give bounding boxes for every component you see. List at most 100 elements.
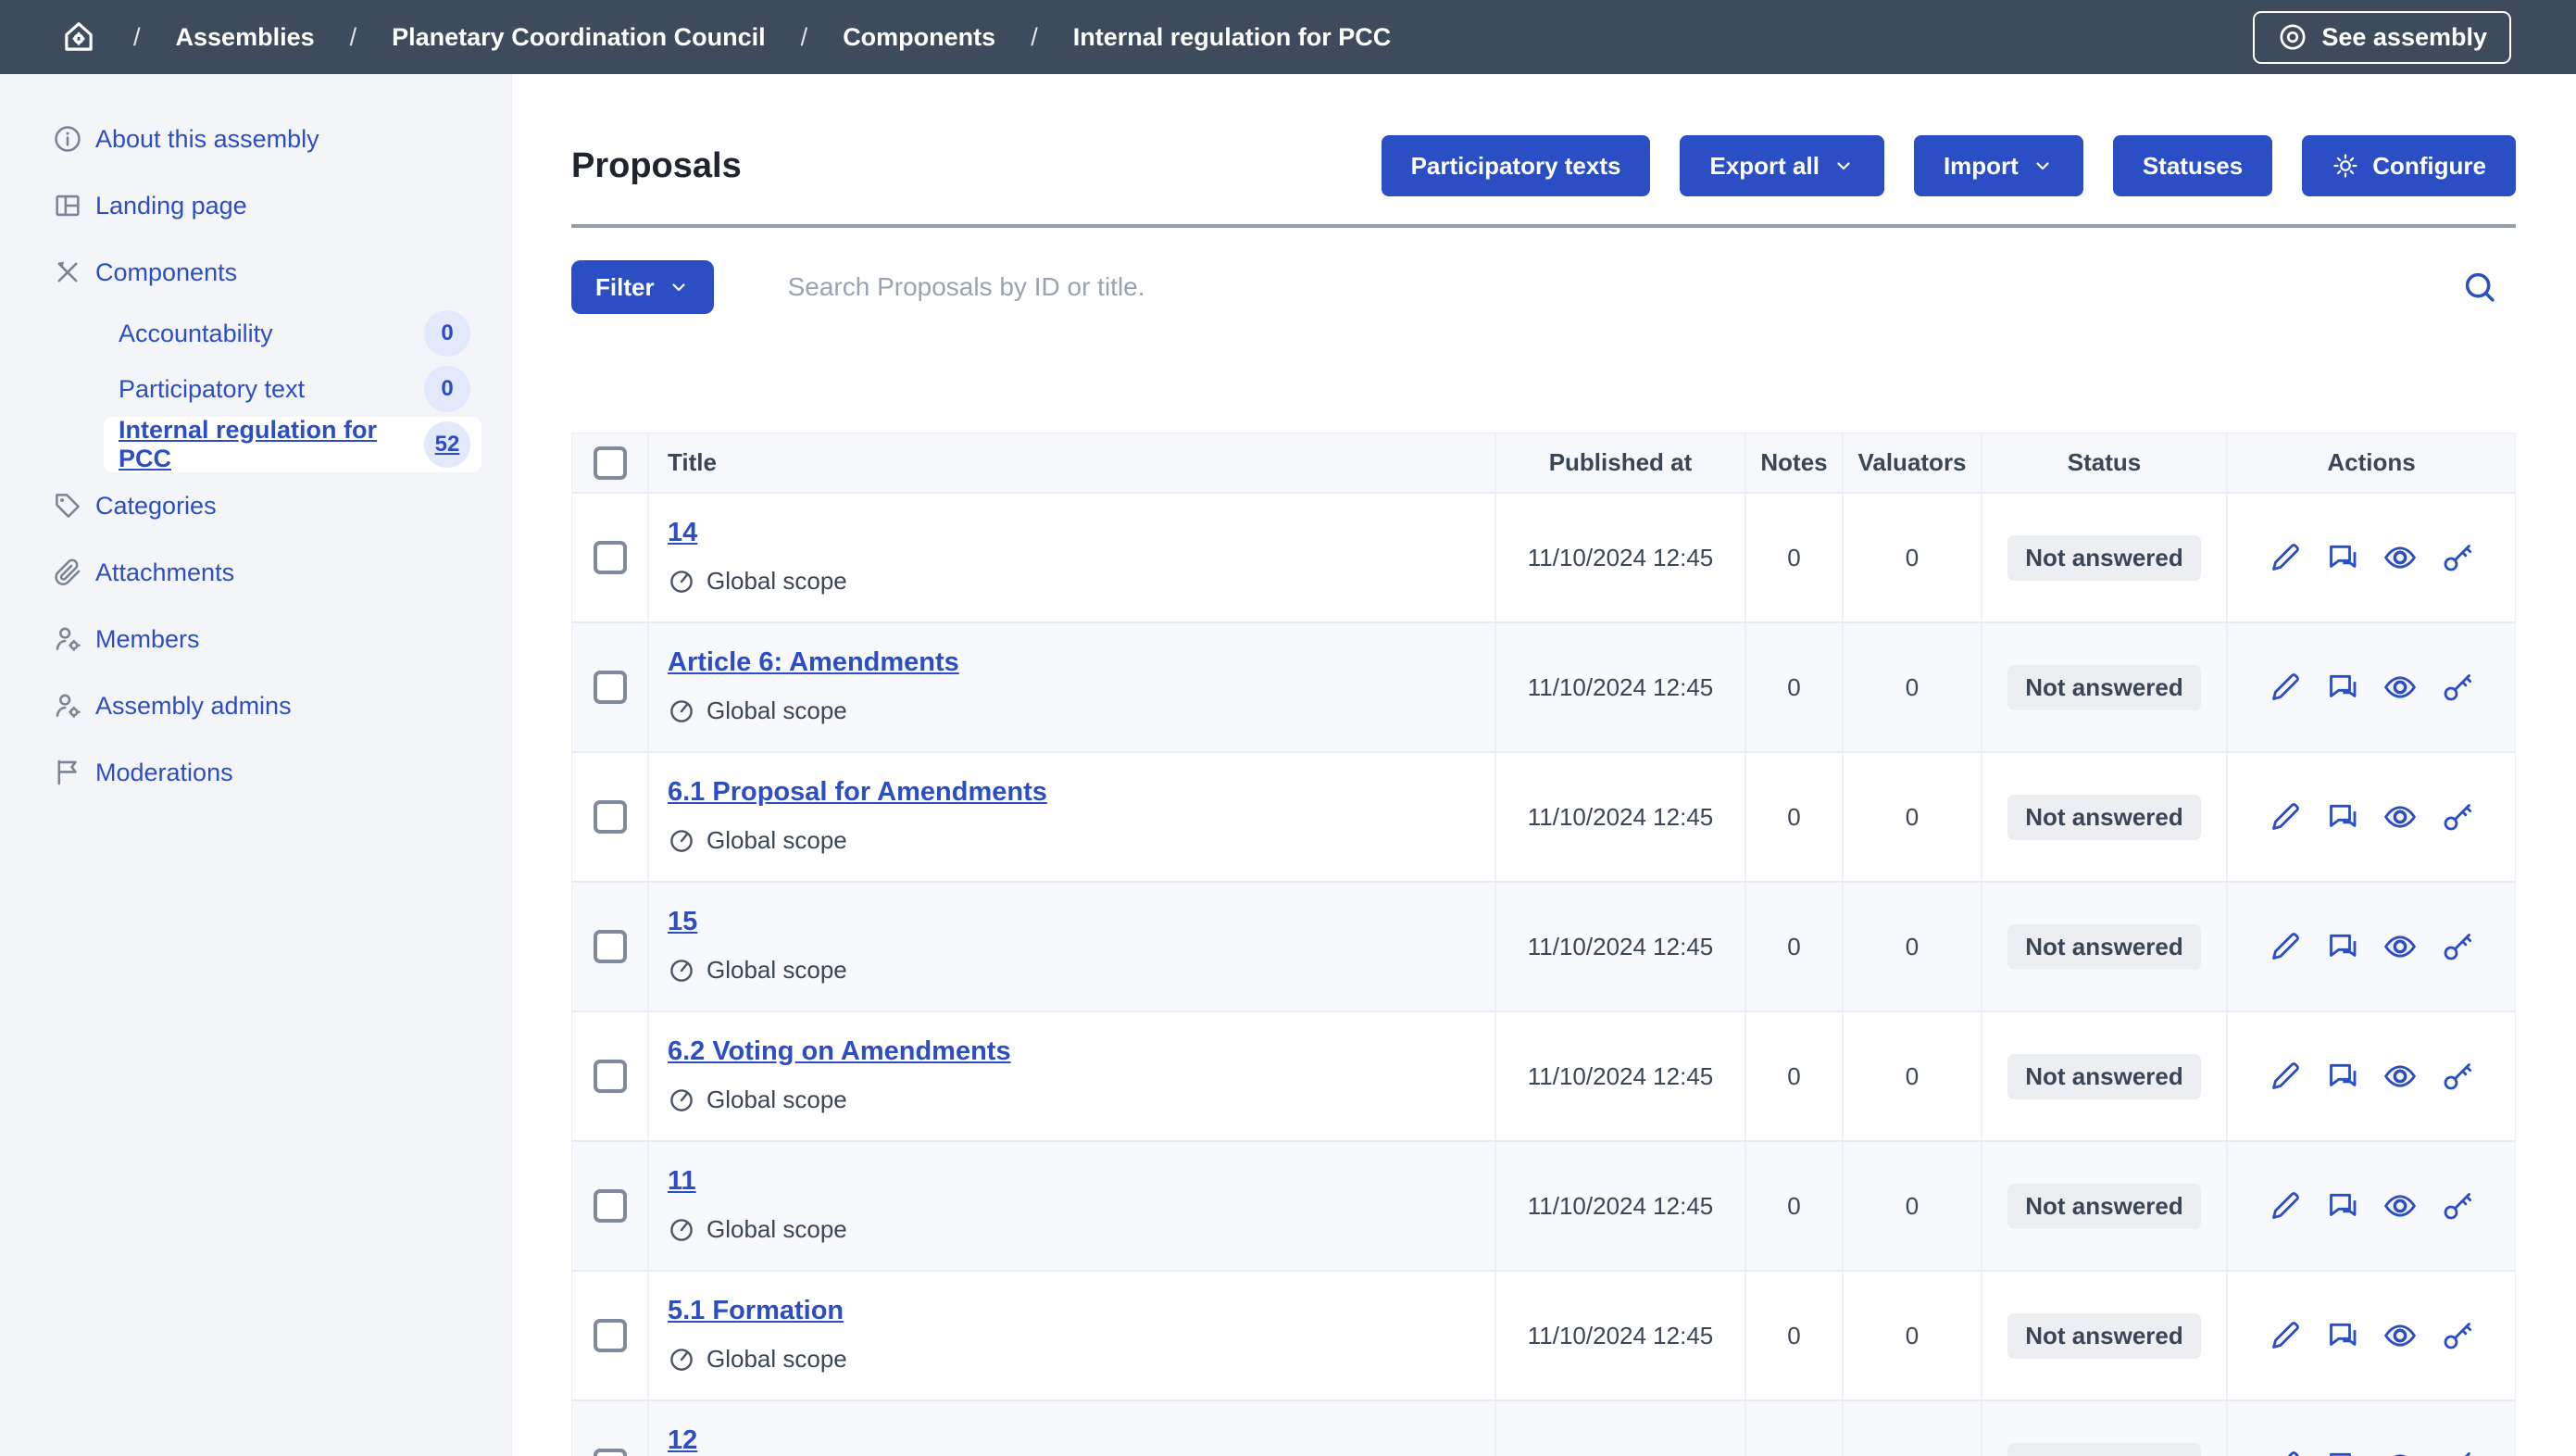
preview-icon[interactable] [2382, 669, 2419, 706]
table-row: 6.1 Proposal for Amendments Global scope… [572, 753, 2515, 883]
proposal-title-link[interactable]: 11 [668, 1166, 696, 1197]
proposal-title-link[interactable]: 5.1 Formation [668, 1296, 844, 1326]
sidebar-item-internal-regulation[interactable]: Internal regulation for PCC 52 [104, 417, 481, 472]
row-checkbox[interactable] [594, 930, 627, 963]
answer-icon[interactable] [2324, 1317, 2361, 1354]
answer-icon[interactable] [2324, 1187, 2361, 1224]
notes-count: 0 [1746, 1142, 1844, 1270]
breadcrumb-current-component[interactable]: Internal regulation for PCC [1073, 23, 1392, 52]
row-checkbox[interactable] [594, 1189, 627, 1223]
preview-icon[interactable] [2382, 1058, 2419, 1095]
actions-cell [2228, 1012, 2515, 1140]
permissions-key-icon[interactable] [2439, 669, 2476, 706]
answer-icon[interactable] [2324, 798, 2361, 835]
permissions-key-icon[interactable] [2439, 798, 2476, 835]
proposal-title-link[interactable]: Article 6: Amendments [668, 647, 959, 678]
sidebar-item-moderations[interactable]: Moderations [0, 739, 512, 806]
row-checkbox[interactable] [594, 1319, 627, 1352]
search-icon[interactable] [2459, 267, 2500, 308]
edit-icon[interactable] [2267, 1058, 2304, 1095]
sidebar-item-label: Attachments [95, 559, 234, 587]
column-header-title: Title [649, 433, 1496, 492]
title-cell: 15 Global scope [649, 883, 1496, 1010]
status-badge: Not answered [2007, 924, 2201, 970]
sidebar-item-attachments[interactable]: Attachments [0, 539, 512, 606]
search-input[interactable] [714, 272, 2459, 302]
status-cell: Not answered [1982, 753, 2228, 881]
answer-icon[interactable] [2324, 1447, 2361, 1456]
status-cell: Not answered [1982, 883, 2228, 1010]
breadcrumb-assemblies[interactable]: Assemblies [176, 23, 315, 52]
breadcrumb-components[interactable]: Components [843, 23, 995, 52]
home-icon[interactable] [59, 18, 98, 56]
answer-icon[interactable] [2324, 928, 2361, 965]
sidebar-item-accountability[interactable]: Accountability 0 [104, 306, 481, 361]
button-label: Export all [1709, 152, 1819, 181]
preview-icon[interactable] [2382, 928, 2419, 965]
status-cell: Not answered [1982, 1142, 2228, 1270]
button-label: Statuses [2143, 152, 2243, 181]
export-all-button[interactable]: Export all [1680, 135, 1883, 196]
answer-icon[interactable] [2324, 539, 2361, 576]
proposal-title-link[interactable]: 15 [668, 907, 697, 937]
permissions-key-icon[interactable] [2439, 1058, 2476, 1095]
edit-icon[interactable] [2267, 928, 2304, 965]
preview-icon[interactable] [2382, 1317, 2419, 1354]
sidebar-item-label: Components [95, 258, 237, 287]
permissions-key-icon[interactable] [2439, 1447, 2476, 1456]
valuators-count: 0 [1844, 753, 1982, 881]
notes-count: 0 [1746, 883, 1844, 1010]
preview-icon[interactable] [2382, 1447, 2419, 1456]
answer-icon[interactable] [2324, 669, 2361, 706]
row-checkbox[interactable] [594, 1060, 627, 1093]
sidebar-item-categories[interactable]: Categories [0, 472, 512, 539]
see-assembly-button[interactable]: See assembly [2253, 11, 2511, 64]
row-select-cell [572, 1142, 649, 1270]
preview-icon[interactable] [2382, 798, 2419, 835]
import-button[interactable]: Import [1914, 135, 2083, 196]
edit-icon[interactable] [2267, 1317, 2304, 1354]
edit-icon[interactable] [2267, 798, 2304, 835]
select-all-checkbox[interactable] [594, 446, 627, 480]
sidebar-item-participatory-text[interactable]: Participatory text 0 [104, 361, 481, 417]
row-checkbox[interactable] [594, 1449, 627, 1456]
status-badge: Not answered [2007, 795, 2201, 840]
chevron-down-icon [668, 276, 690, 298]
row-checkbox[interactable] [594, 541, 627, 574]
global-scope-icon [668, 568, 695, 596]
row-checkbox[interactable] [594, 800, 627, 834]
participatory-texts-button[interactable]: Participatory texts [1382, 135, 1651, 196]
permissions-key-icon[interactable] [2439, 1317, 2476, 1354]
proposal-title-link[interactable]: 6.1 Proposal for Amendments [668, 777, 1047, 808]
breadcrumb-assembly-name[interactable]: Planetary Coordination Council [392, 23, 766, 52]
filter-button[interactable]: Filter [571, 260, 714, 314]
valuators-count: 0 [1844, 623, 1982, 751]
answer-icon[interactable] [2324, 1058, 2361, 1095]
permissions-key-icon[interactable] [2439, 1187, 2476, 1224]
permissions-key-icon[interactable] [2439, 928, 2476, 965]
configure-button[interactable]: Configure [2302, 135, 2516, 196]
preview-icon[interactable] [2382, 539, 2419, 576]
proposal-title-link[interactable]: 14 [668, 518, 697, 548]
breadcrumb-separator: / [133, 23, 141, 52]
sidebar-item-components[interactable]: Components [0, 239, 512, 306]
actions-cell [2228, 1272, 2515, 1400]
proposal-title-link[interactable]: 12 [668, 1425, 697, 1456]
table-row: 12 Global scope 11/10/2024 12:45 0 0 Not… [572, 1401, 2515, 1456]
sidebar-item-landing-page[interactable]: Landing page [0, 172, 512, 239]
edit-icon[interactable] [2267, 669, 2304, 706]
sidebar-item-assembly-admins[interactable]: Assembly admins [0, 672, 512, 739]
preview-icon[interactable] [2382, 1187, 2419, 1224]
edit-icon[interactable] [2267, 1187, 2304, 1224]
page-title: Proposals [571, 146, 742, 186]
permissions-key-icon[interactable] [2439, 539, 2476, 576]
row-checkbox[interactable] [594, 671, 627, 704]
status-cell: Not answered [1982, 494, 2228, 621]
statuses-button[interactable]: Statuses [2113, 135, 2272, 196]
edit-icon[interactable] [2267, 1447, 2304, 1456]
proposal-title-link[interactable]: 6.2 Voting on Amendments [668, 1036, 1011, 1067]
edit-icon[interactable] [2267, 539, 2304, 576]
sidebar-item-about[interactable]: About this assembly [0, 106, 512, 172]
table-row: Article 6: Amendments Global scope 11/10… [572, 623, 2515, 753]
sidebar-item-members[interactable]: Members [0, 606, 512, 672]
